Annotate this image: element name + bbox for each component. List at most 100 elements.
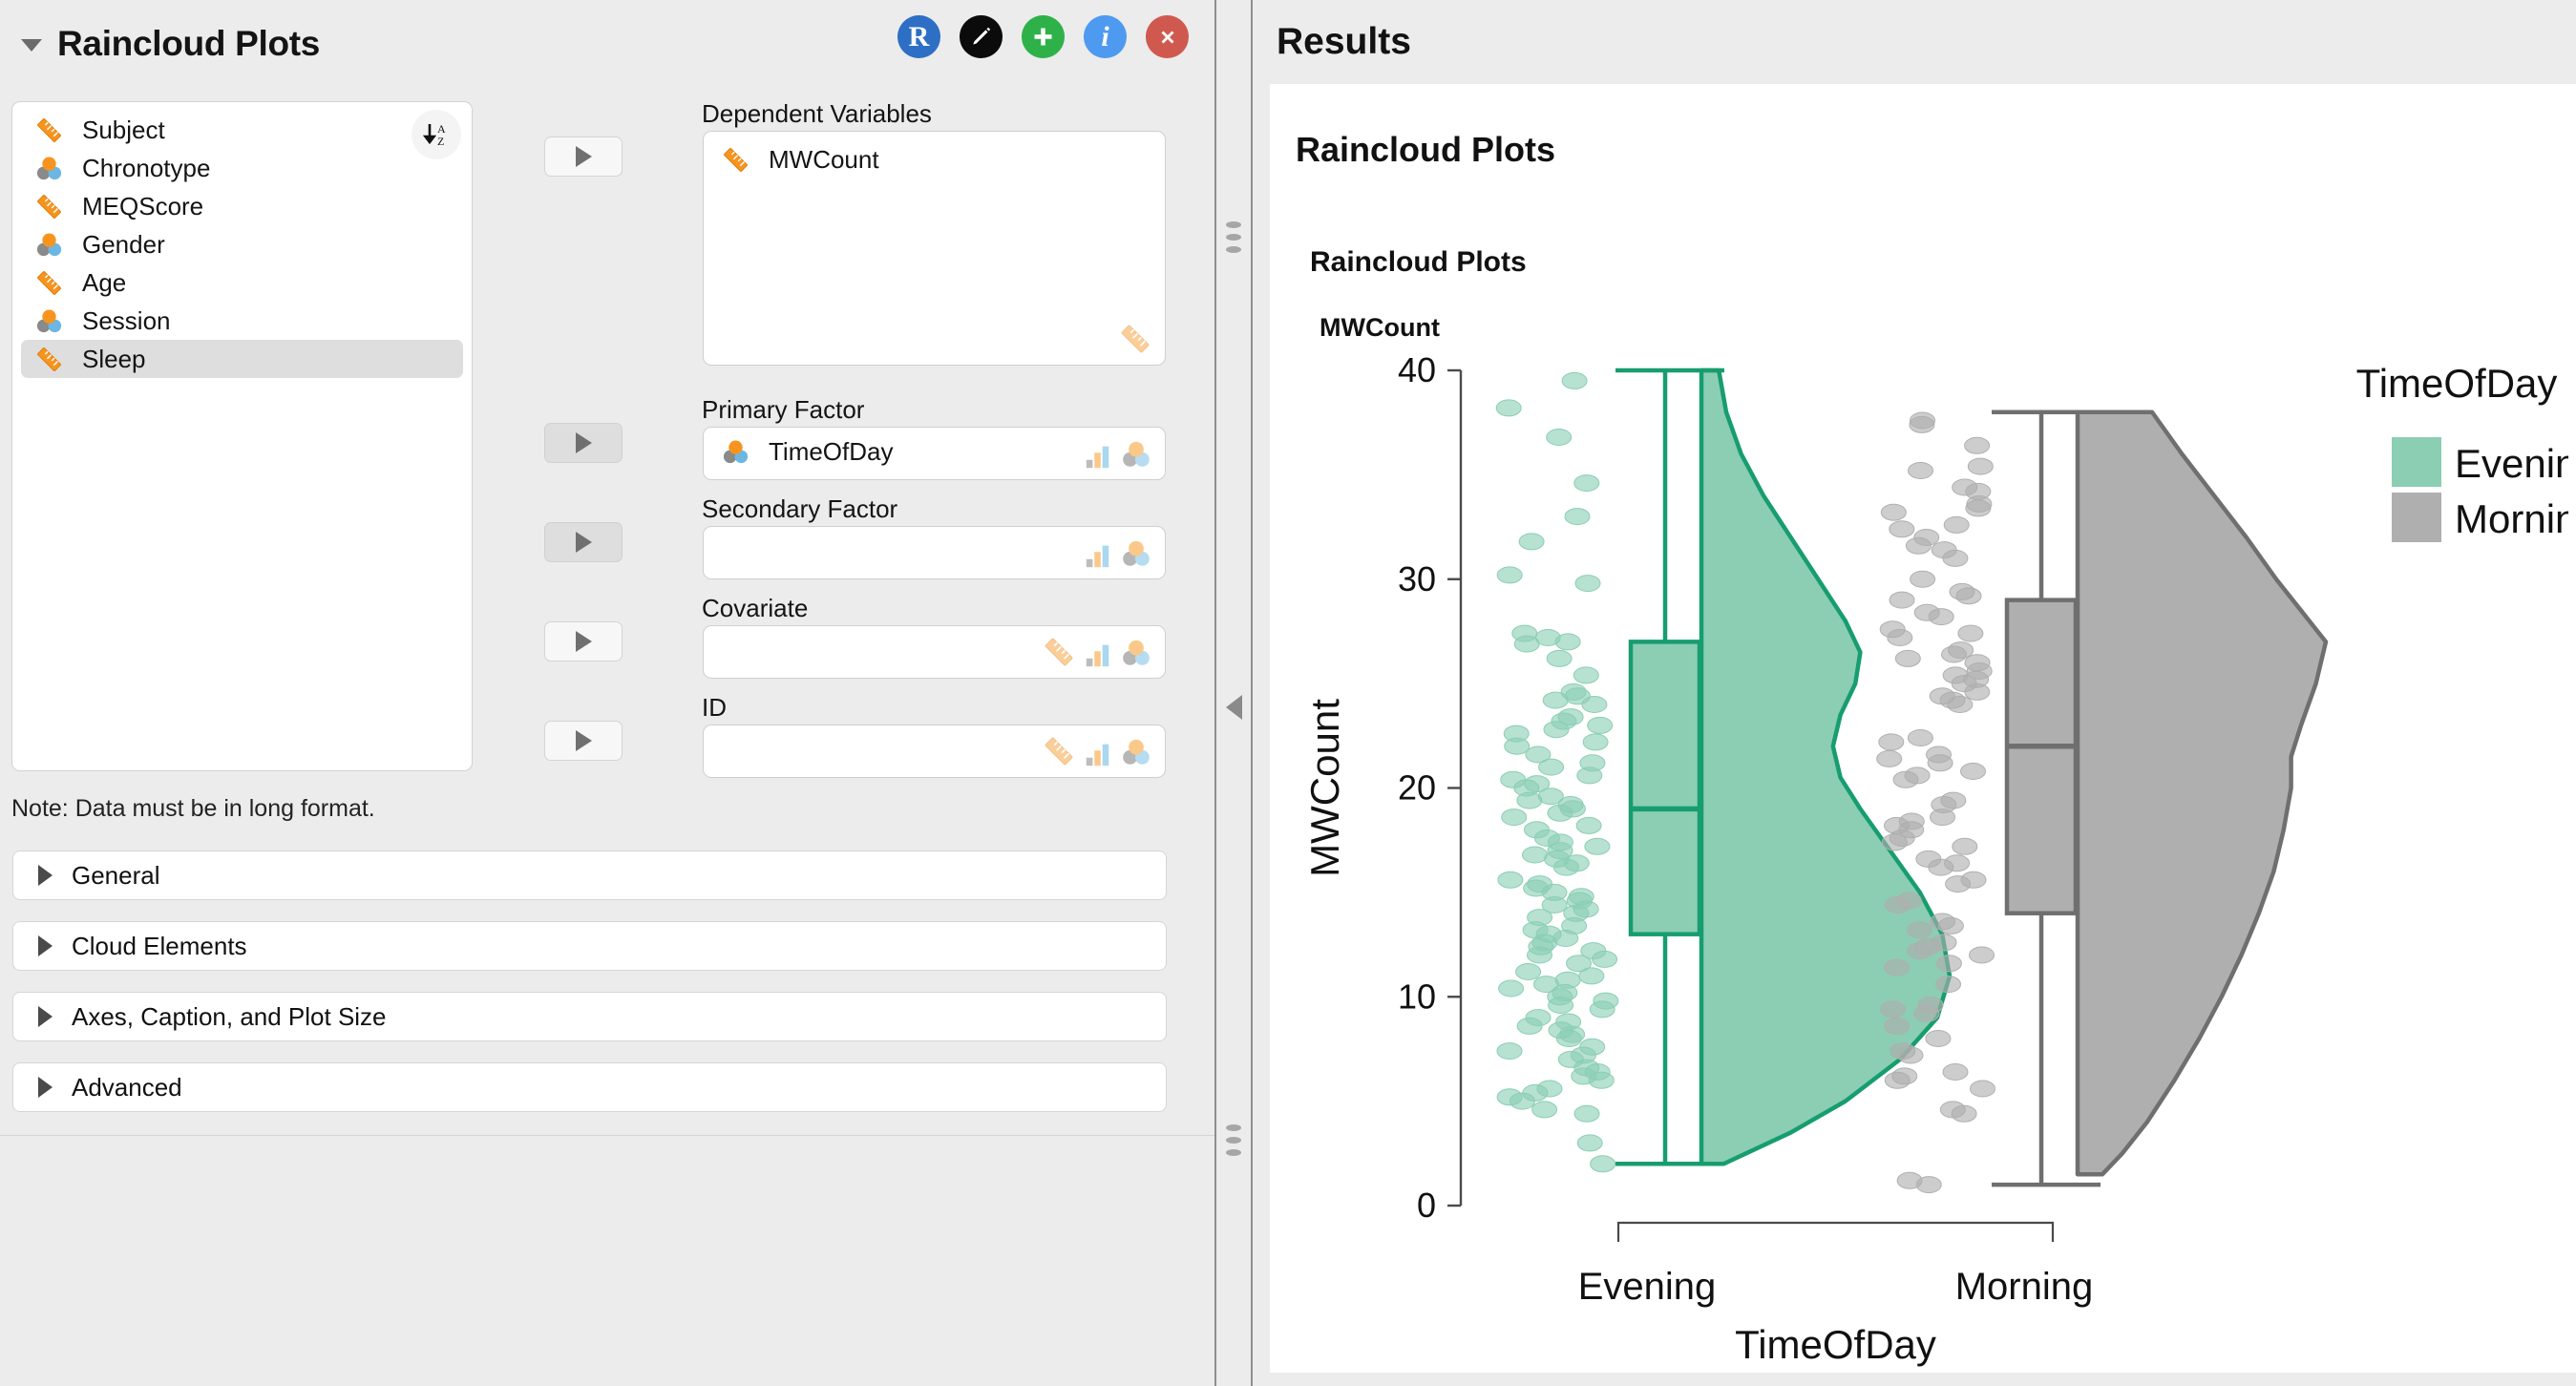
section-axes-caption-plot-size[interactable]: Axes, Caption, and Plot Size bbox=[12, 992, 1167, 1041]
variable-list-item[interactable]: Subject bbox=[21, 111, 463, 149]
edit-button[interactable] bbox=[960, 15, 1003, 58]
id-box[interactable] bbox=[703, 724, 1166, 778]
assign-dependent-variables-button[interactable] bbox=[544, 136, 623, 177]
nominal-type-hint-icon bbox=[1123, 441, 1150, 467]
covariate-box[interactable] bbox=[703, 625, 1166, 679]
ordinal-type-hint-icon bbox=[1086, 644, 1109, 667]
continuous-type-icon bbox=[34, 345, 64, 374]
section-label: Cloud Elements bbox=[72, 931, 247, 960]
caret-right-icon bbox=[38, 935, 53, 956]
nominal-type-hint-icon bbox=[1123, 640, 1150, 665]
data-point bbox=[1960, 763, 1986, 780]
variable-list-item[interactable]: Gender bbox=[21, 225, 463, 263]
section-advanced[interactable]: Advanced bbox=[12, 1062, 1167, 1112]
continuous-type-hint-icon bbox=[1045, 737, 1073, 766]
caret-left-icon[interactable] bbox=[1226, 695, 1242, 720]
data-point bbox=[1964, 436, 1991, 454]
variable-list-item-label: Sleep bbox=[82, 344, 146, 373]
x-axis-title: TimeOfDay bbox=[1735, 1322, 1936, 1367]
dependent-variables-box[interactable]: MWCount bbox=[703, 131, 1166, 366]
assigned-variable-chip[interactable]: MWCount bbox=[704, 132, 1165, 175]
long-format-note: Note: Data must be in long format. bbox=[11, 795, 375, 822]
covariate-label: Covariate bbox=[702, 594, 809, 622]
pencil-icon bbox=[972, 27, 990, 45]
assign-id-button[interactable] bbox=[544, 721, 623, 761]
variable-list[interactable]: A Z Subject Chronotype MEQScore Gender Age Se… bbox=[11, 101, 473, 771]
results-heading-1: Raincloud Plots bbox=[1296, 130, 1556, 169]
legend-label: Evening bbox=[2455, 441, 2568, 486]
raincloud-plot[interactable]: 0 10 20 30 40 MWCount Evening Morning TimeOfDay T… bbox=[1270, 342, 2576, 1373]
section-cloud-elements[interactable]: Cloud Elements bbox=[12, 921, 1167, 971]
data-point bbox=[1573, 666, 1599, 684]
caret-down-icon[interactable] bbox=[19, 32, 44, 56]
data-point bbox=[1881, 833, 1908, 851]
play-arrow-icon bbox=[575, 730, 592, 751]
data-point bbox=[1573, 1104, 1600, 1123]
y-axis-tick-label: 0 bbox=[1417, 1186, 1436, 1225]
results-body[interactable]: Raincloud Plots Raincloud Plots MWCount … bbox=[1270, 84, 2576, 1373]
data-point bbox=[1548, 997, 1574, 1014]
nominal-type-icon bbox=[34, 306, 64, 336]
r-syntax-button[interactable]: R bbox=[897, 15, 940, 58]
panel-splitter[interactable] bbox=[1214, 0, 1253, 1386]
secondary-factor-box[interactable] bbox=[703, 526, 1166, 579]
assign-secondary-factor-button[interactable] bbox=[544, 522, 623, 562]
data-point bbox=[1884, 1017, 1910, 1035]
data-point bbox=[1943, 515, 1970, 534]
y-axis-tick-label: 10 bbox=[1398, 976, 1436, 1016]
results-heading-3: MWCount bbox=[1320, 313, 1440, 342]
primary-factor-box[interactable]: TimeOfDay bbox=[703, 427, 1166, 480]
variable-list-item[interactable]: Sleep bbox=[21, 340, 463, 378]
data-point bbox=[1576, 766, 1603, 785]
permitted-types-hint bbox=[1042, 635, 1152, 669]
variable-list-item-label: Gender bbox=[82, 229, 165, 259]
info-button[interactable]: i bbox=[1084, 15, 1127, 58]
data-point bbox=[1587, 716, 1614, 734]
variable-list-item[interactable]: Session bbox=[21, 302, 463, 340]
section-general[interactable]: General bbox=[12, 850, 1167, 900]
data-point bbox=[1935, 976, 1961, 994]
drag-grip-icon[interactable] bbox=[1226, 221, 1241, 259]
add-button[interactable] bbox=[1022, 15, 1065, 58]
data-point bbox=[1547, 804, 1573, 822]
y-axis-tick-label: 20 bbox=[1398, 768, 1436, 808]
variable-list-item-label: MEQScore bbox=[82, 191, 204, 220]
data-point bbox=[1894, 649, 1921, 667]
data-point bbox=[1522, 846, 1548, 864]
nominal-type-hint-icon bbox=[1123, 540, 1150, 566]
data-point bbox=[1955, 587, 1982, 605]
box bbox=[2004, 598, 2079, 915]
data-point bbox=[1498, 979, 1525, 998]
drag-grip-icon[interactable] bbox=[1226, 1124, 1241, 1162]
section-label: Advanced bbox=[72, 1072, 182, 1102]
continuous-type-icon bbox=[34, 268, 64, 298]
sort-az-button[interactable]: A Z bbox=[412, 110, 461, 159]
variable-list-item-label: Subject bbox=[82, 115, 165, 144]
data-point bbox=[1969, 946, 1995, 964]
variable-list-item[interactable]: Chronotype bbox=[21, 149, 463, 187]
data-point bbox=[1892, 770, 1919, 788]
dependent-variables-label: Dependent Variables bbox=[702, 99, 932, 128]
variable-list-item[interactable]: MEQScore bbox=[21, 187, 463, 225]
assign-covariate-button[interactable] bbox=[544, 621, 623, 662]
panel-divider bbox=[0, 1135, 1214, 1136]
legend-label: Morning bbox=[2455, 496, 2568, 541]
header-icon-group: R i bbox=[897, 15, 1189, 58]
svg-text:A: A bbox=[437, 122, 446, 136]
data-point bbox=[1941, 645, 1967, 663]
nominal-type-icon bbox=[721, 437, 750, 467]
raincloud-plot-svg: 0 10 20 30 40 MWCount Evening Morning TimeOfDay T… bbox=[1302, 350, 2568, 1367]
nominal-type-icon bbox=[34, 154, 64, 183]
permitted-types-hint bbox=[1042, 734, 1152, 768]
data-point bbox=[1543, 721, 1570, 739]
data-point bbox=[1947, 696, 1974, 713]
assign-primary-factor-button[interactable] bbox=[544, 423, 623, 463]
data-point bbox=[1504, 737, 1531, 755]
variable-list-item[interactable]: Age bbox=[21, 263, 463, 302]
data-point bbox=[1496, 1042, 1523, 1060]
svg-text:Z: Z bbox=[437, 135, 444, 148]
results-panel: Results Raincloud Plots Raincloud Plots … bbox=[1253, 0, 2576, 1386]
close-button[interactable] bbox=[1146, 15, 1189, 58]
data-point bbox=[1497, 871, 1524, 889]
data-point bbox=[1516, 1017, 1543, 1035]
